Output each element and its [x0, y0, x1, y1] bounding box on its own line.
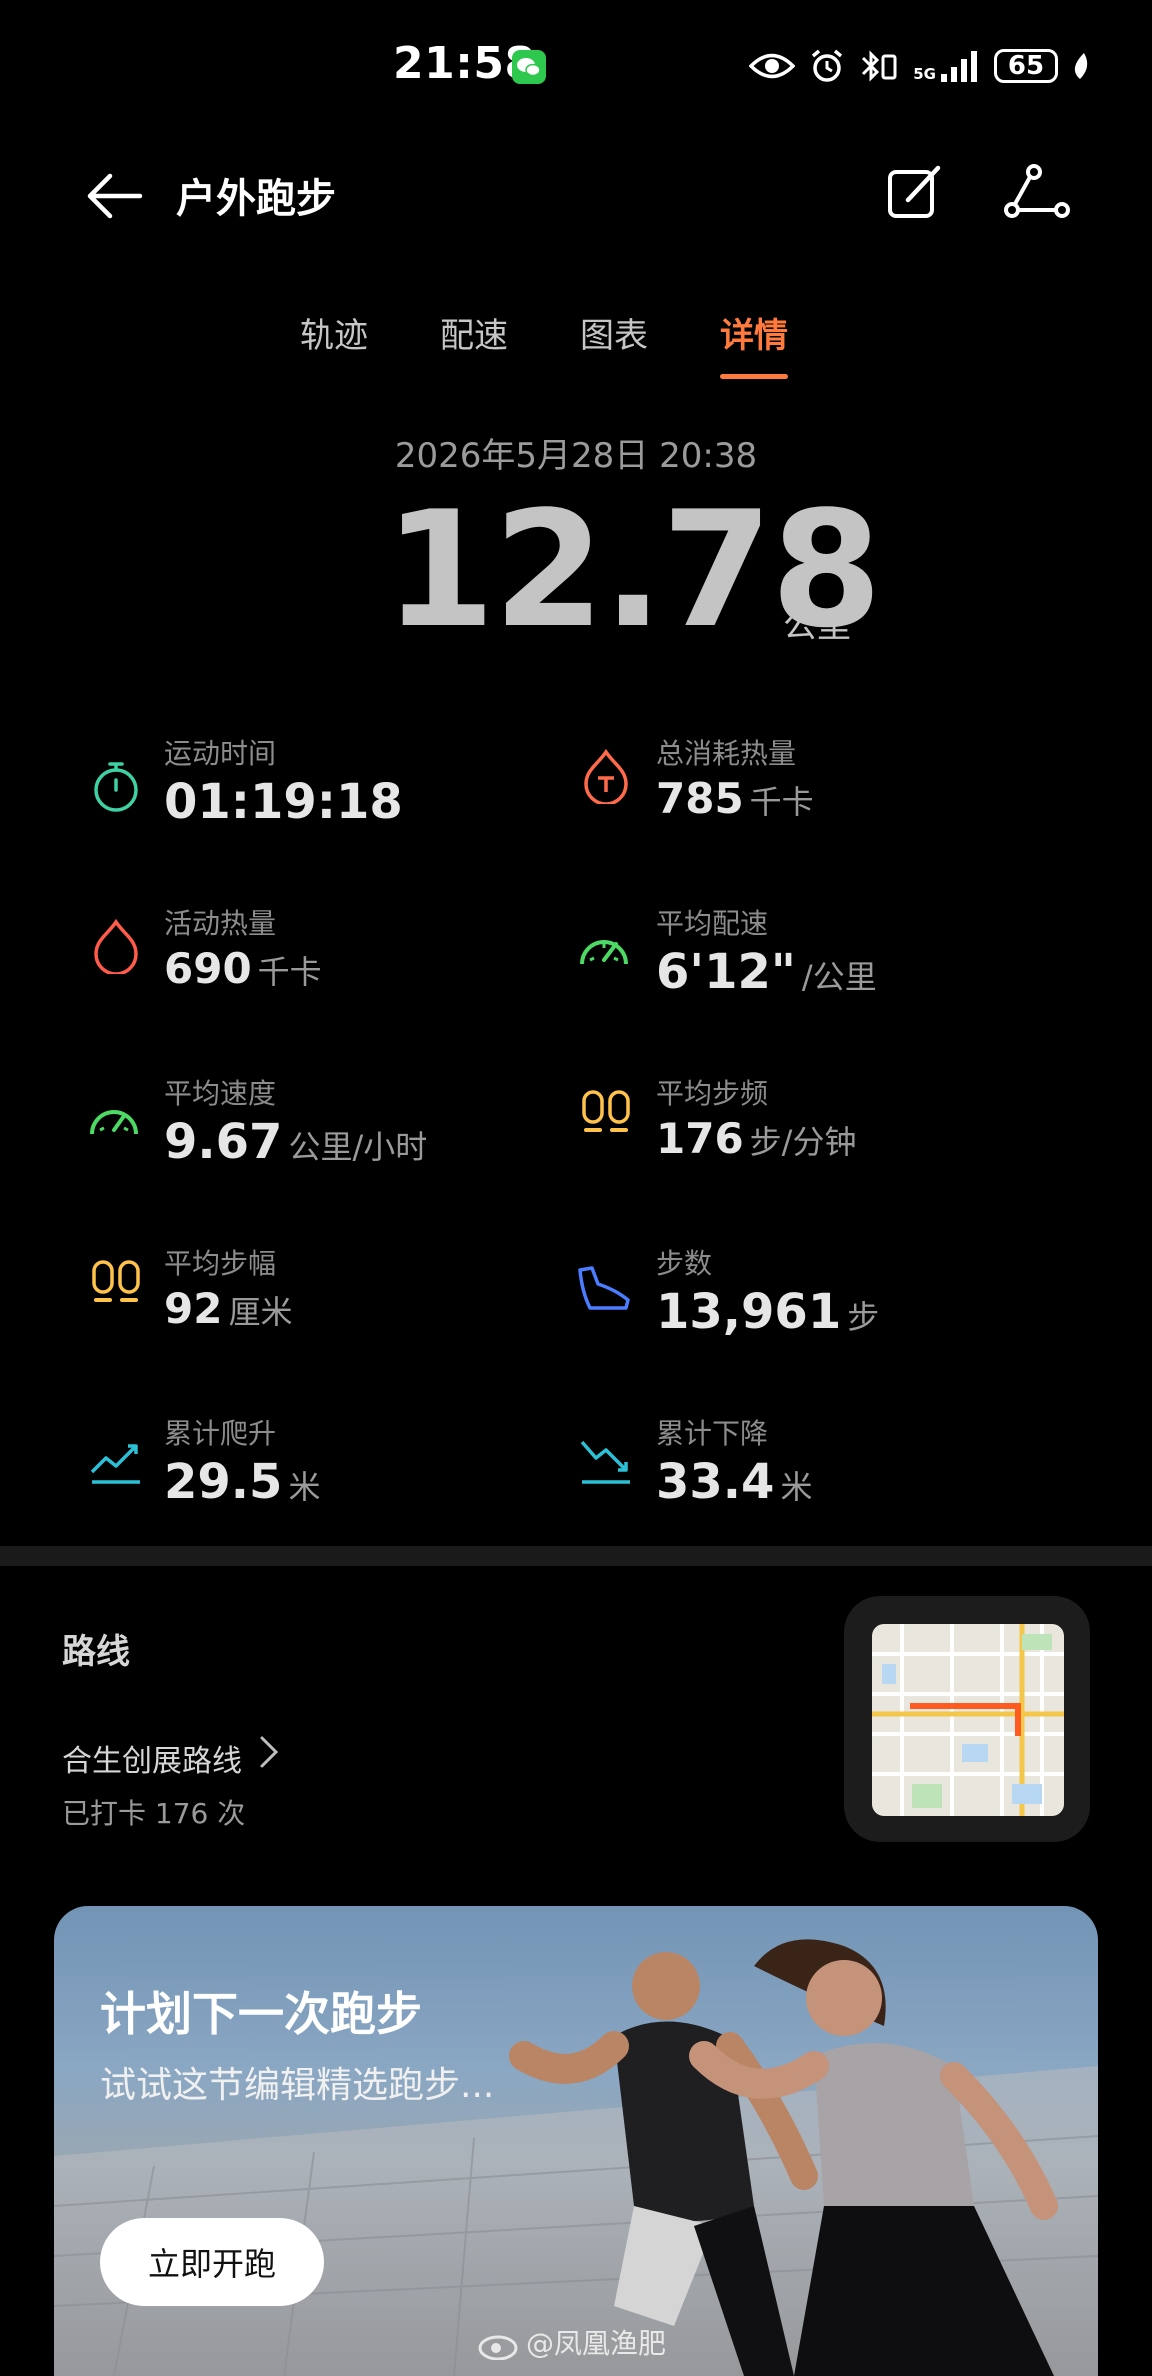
speed-gauge-icon [90, 1110, 138, 1135]
distance-unit: 公里 [783, 606, 851, 646]
metric-number: 176 [656, 1114, 744, 1163]
signal-icon [941, 51, 977, 82]
metric-unit: 厘米 [228, 1293, 293, 1331]
metric-unit: 步/分钟 [749, 1123, 857, 1161]
metric-number: 92 [164, 1284, 223, 1333]
banner-title: 计划下一次跑步 [100, 1987, 422, 2041]
workout-datetime: 2026年5月28日 20:38 [394, 436, 758, 476]
route-name-link[interactable]: 合生创展路线 [62, 1736, 242, 1780]
footprints-icon [582, 1090, 630, 1132]
calorie-flame-icon [584, 748, 628, 804]
metric-number: 9.67 [164, 1114, 283, 1170]
stopwatch-icon [94, 762, 138, 812]
metric-label: 累计下降 [656, 1417, 769, 1450]
metric-number: 01:19:18 [164, 774, 403, 830]
metric-label: 运动时间 [164, 737, 277, 770]
start-run-button[interactable]: 立即开跑 [100, 2218, 324, 2306]
metric-label: 步数 [656, 1247, 713, 1280]
network-type: 5G [913, 65, 936, 83]
metric-unit: 公里/小时 [288, 1128, 428, 1166]
back-arrow-icon[interactable] [84, 166, 144, 226]
metric-value: 29.5 米 [164, 1454, 320, 1510]
network-indicator: 5G [913, 50, 980, 82]
chevron-right-icon[interactable] [256, 1734, 280, 1770]
metric-unit: /公里 [801, 958, 877, 996]
metric-unit: 米 [780, 1468, 813, 1506]
leaf-icon [1074, 53, 1088, 79]
metric-value: 01:19:18 [164, 774, 403, 830]
metric-value: 92 厘米 [164, 1284, 292, 1333]
metric-number: 29.5 [164, 1454, 283, 1510]
page-title: 户外跑步 [176, 176, 336, 222]
route-checkin-count: 已打卡 176 次 [62, 1797, 246, 1830]
metric-label: 平均配速 [656, 907, 769, 940]
metric-number: 13,961 [656, 1284, 842, 1340]
route-map-thumbnail[interactable] [872, 1624, 1064, 1816]
route-section-title: 路线 [62, 1632, 130, 1672]
metric-label: 平均步幅 [164, 1247, 277, 1280]
pace-gauge-icon [580, 940, 628, 965]
next-run-banner[interactable]: 计划下一次跑步 试试这节编辑精选跑步... 立即开跑 [54, 1906, 1098, 2376]
metric-value: 9.67 公里/小时 [164, 1114, 427, 1170]
tab-bar: 轨迹 配速 图表 详情 [300, 308, 788, 379]
metric-value: 6'12"/公里 [656, 944, 877, 1000]
metric-unit: 千卡 [257, 953, 322, 991]
tab-track[interactable]: 轨迹 [300, 308, 368, 357]
banner-subtitle: 试试这节编辑精选跑步... [100, 2065, 495, 2106]
section-divider [0, 1546, 1152, 1566]
metric-value: 785 千卡 [656, 774, 814, 823]
metric-value: 176 步/分钟 [656, 1114, 856, 1163]
metric-label: 累计爬升 [164, 1417, 277, 1450]
metric-label: 平均速度 [164, 1077, 277, 1110]
stride-footprints-icon [92, 1260, 140, 1302]
weibo-icon [478, 2335, 518, 2360]
battery-indicator: 65 [994, 49, 1058, 83]
eye-icon [749, 53, 796, 79]
metric-number: 33.4 [656, 1454, 775, 1510]
metric-unit: 千卡 [749, 783, 814, 821]
metric-label: 平均步频 [656, 1077, 769, 1110]
metric-number: 690 [164, 944, 252, 993]
shoe-icon [578, 1266, 630, 1310]
tab-chart[interactable]: 图表 [580, 308, 648, 357]
flame-icon [94, 918, 138, 974]
status-icons: 5G 65 [749, 44, 1092, 88]
metric-value: 690 千卡 [164, 944, 322, 993]
wechat-notification-icon [512, 50, 546, 84]
bluetooth-battery-icon [862, 50, 897, 82]
metric-number: 6'12" [656, 944, 796, 1000]
alarm-icon [812, 49, 843, 82]
metric-unit: 米 [288, 1468, 321, 1506]
watermark-text: @凤凰渔肥 [526, 2327, 667, 2360]
metric-value: 13,961 步 [656, 1284, 879, 1340]
metric-label: 活动热量 [164, 907, 277, 940]
metric-unit: 步 [847, 1298, 880, 1336]
metric-label: 总消耗热量 [656, 737, 797, 770]
edit-icon[interactable] [884, 162, 944, 222]
ascent-icon [90, 1444, 140, 1484]
descent-icon [580, 1440, 630, 1484]
tab-pace[interactable]: 配速 [440, 308, 508, 357]
metric-value: 33.4 米 [656, 1454, 812, 1510]
metric-number: 785 [656, 774, 744, 823]
tab-details[interactable]: 详情 [720, 308, 788, 379]
route-share-icon[interactable] [1004, 162, 1070, 222]
